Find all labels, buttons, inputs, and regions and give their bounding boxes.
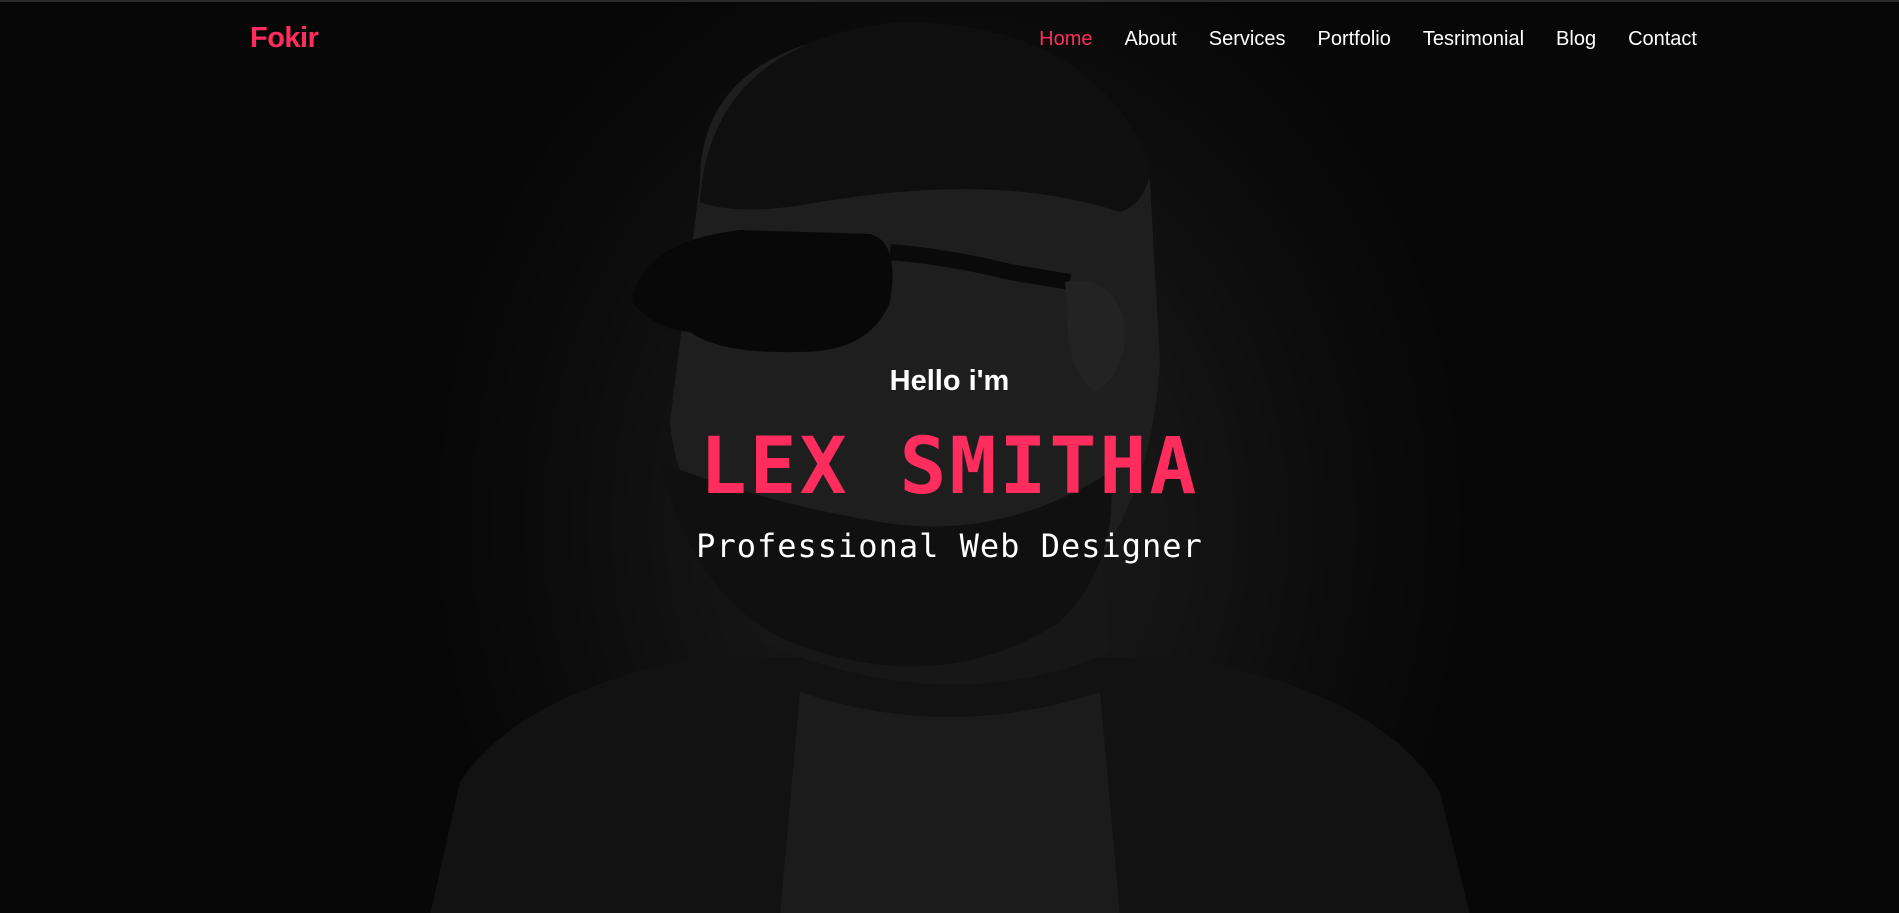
nav-item-testimonial: Tesrimonial: [1423, 28, 1524, 51]
hero-greeting: Hello i'm: [889, 365, 1010, 397]
top-navbar: Fokir Home About Services Portfolio Tesr…: [0, 2, 1899, 78]
nav-menu: Home About Services Portfolio Tesrimonia…: [1039, 28, 1697, 51]
nav-link-contact[interactable]: Contact: [1628, 28, 1697, 50]
nav-item-portfolio: Portfolio: [1318, 28, 1391, 51]
nav-item-about: About: [1125, 28, 1177, 51]
brand-logo[interactable]: Fokir: [250, 22, 319, 55]
nav-link-blog[interactable]: Blog: [1556, 28, 1596, 50]
hero-job-title: Professional Web Designer: [696, 527, 1203, 565]
nav-item-blog: Blog: [1556, 28, 1596, 51]
nav-item-contact: Contact: [1628, 28, 1697, 51]
nav-item-services: Services: [1209, 28, 1286, 51]
nav-link-about[interactable]: About: [1125, 28, 1177, 50]
nav-link-testimonial[interactable]: Tesrimonial: [1423, 28, 1524, 50]
nav-link-services[interactable]: Services: [1209, 28, 1286, 50]
hero-section: Fokir Home About Services Portfolio Tesr…: [0, 0, 1899, 913]
nav-link-portfolio[interactable]: Portfolio: [1318, 28, 1391, 50]
hero-name: LEX SMITHA: [699, 422, 1200, 512]
nav-item-home: Home: [1039, 28, 1092, 51]
nav-link-home[interactable]: Home: [1039, 28, 1092, 50]
